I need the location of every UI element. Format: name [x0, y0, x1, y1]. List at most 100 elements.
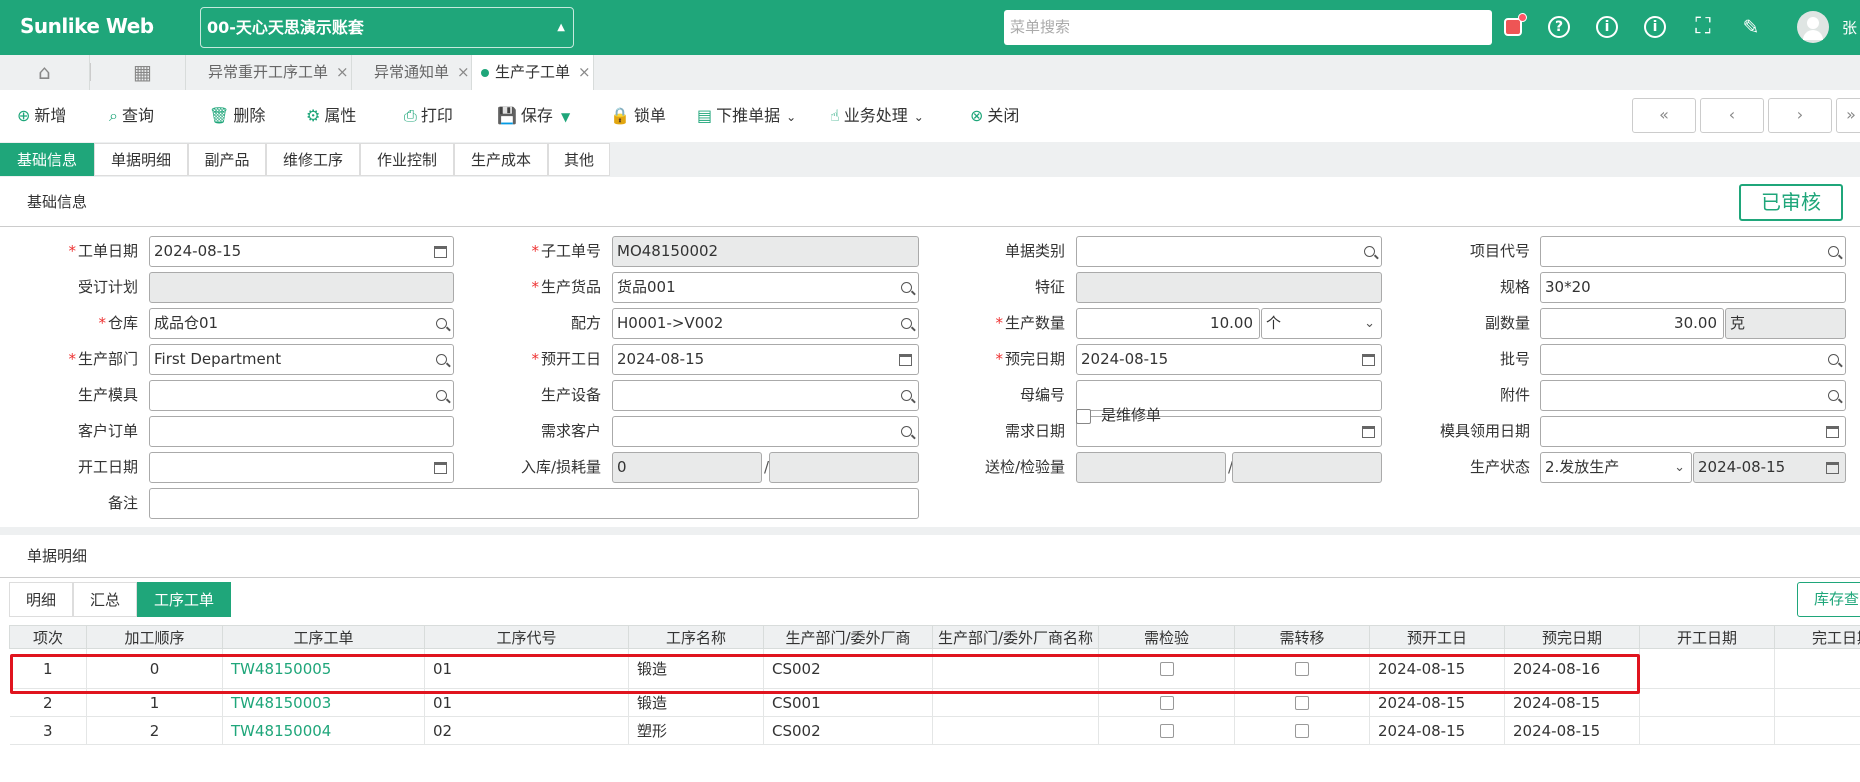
column-header[interactable]: 生产部门/委外厂商	[763, 625, 933, 649]
stock-query-button[interactable]: 库存查	[1797, 582, 1860, 617]
tab-basic-info[interactable]: 基础信息	[0, 143, 94, 176]
plan-start-field[interactable]: 2024-08-15	[612, 344, 919, 375]
column-header[interactable]: 开工日期	[1639, 625, 1775, 649]
last-record-button[interactable]: »	[1836, 98, 1860, 133]
prev-record-button[interactable]: ‹	[1700, 98, 1764, 133]
need-inspect-checkbox[interactable]	[1159, 724, 1174, 738]
help-icon[interactable]: ?	[1545, 13, 1573, 41]
calendar-icon[interactable]	[1362, 425, 1375, 438]
close-icon[interactable]: ×	[457, 63, 470, 81]
table-row[interactable]: 1 0 TW48150005 01 锻造 CS002 2024-08-15 20…	[9, 648, 1860, 689]
tab-byproduct[interactable]: 副产品	[188, 143, 266, 176]
customer-order-field[interactable]	[149, 416, 454, 447]
tab-repair-process[interactable]: 维修工序	[266, 143, 360, 176]
column-header[interactable]: 预开工日	[1369, 625, 1505, 649]
close-icon[interactable]: ×	[336, 63, 349, 81]
need-transfer-checkbox[interactable]	[1295, 724, 1309, 738]
delete-button[interactable]: 🗑 删除	[209, 90, 265, 142]
plan-end-field[interactable]: 2024-08-15	[1076, 344, 1382, 375]
column-header[interactable]: 需转移	[1234, 625, 1370, 649]
batch-field[interactable]	[1540, 344, 1846, 375]
device-field[interactable]	[612, 380, 919, 411]
start-date-field[interactable]	[149, 452, 454, 483]
business-button[interactable]: ☝ 业务处理 ⌄	[830, 90, 924, 142]
grid-menu-icon[interactable]: ▦	[100, 55, 186, 90]
search-icon[interactable]	[901, 426, 912, 437]
tab-work-control[interactable]: 作业控制	[360, 143, 454, 176]
product-field[interactable]: 货品001	[612, 272, 919, 303]
calendar-icon[interactable]	[434, 461, 447, 474]
search-icon[interactable]	[901, 282, 912, 293]
home-icon[interactable]: ⌂	[0, 55, 90, 90]
need-inspect-checkbox[interactable]	[1159, 696, 1174, 710]
process-order-link[interactable]: TW48150003	[222, 688, 425, 717]
department-field[interactable]: First Department	[149, 344, 454, 375]
mold-date-field[interactable]	[1540, 416, 1846, 447]
search-icon[interactable]	[436, 390, 447, 401]
search-icon[interactable]	[901, 318, 912, 329]
column-header[interactable]: 工序代号	[424, 625, 629, 649]
project-code-field[interactable]	[1540, 236, 1846, 267]
tab-abnormal-reopen[interactable]: 异常重开工序工单 ×	[186, 55, 352, 90]
need-inspect-checkbox[interactable]	[1159, 662, 1174, 676]
is-repair-checkbox[interactable]	[1076, 409, 1091, 424]
print-button[interactable]: ⎙ 打印	[404, 90, 453, 142]
calendar-icon[interactable]	[1362, 353, 1375, 366]
formula-field[interactable]: H0001->V002	[612, 308, 919, 339]
table-row[interactable]: 3 2 TW48150004 02 塑形 CS002 2024-08-15 20…	[9, 716, 1860, 745]
search-icon[interactable]	[436, 318, 447, 329]
tab-abnormal-notice[interactable]: 异常通知单 ×	[352, 55, 472, 90]
table-row[interactable]: 2 1 TW48150003 01 锻造 CS001 2024-08-15 20…	[9, 688, 1860, 717]
properties-button[interactable]: ⚙ 属性	[306, 90, 356, 142]
query-button[interactable]: ⌕ 查询	[109, 90, 154, 142]
tab-production-sub-order[interactable]: 生产子工单 ×	[472, 55, 594, 90]
search-icon[interactable]	[901, 390, 912, 401]
user-name[interactable]: 张	[1842, 17, 1857, 38]
attachment-field[interactable]	[1540, 380, 1846, 411]
column-header[interactable]: 需检验	[1098, 625, 1235, 649]
avatar[interactable]	[1797, 11, 1829, 43]
account-selector[interactable]: 00-天心天思演示账套 ▲	[200, 7, 574, 48]
need-transfer-checkbox[interactable]	[1295, 662, 1309, 676]
quantity-field[interactable]: 10.00	[1076, 308, 1260, 339]
calendar-icon[interactable]	[899, 353, 912, 366]
push-doc-button[interactable]: ▤ 下推单据 ⌄	[697, 90, 796, 142]
clean-icon[interactable]: ✎	[1737, 13, 1765, 41]
tab-doc-detail[interactable]: 单据明细	[94, 143, 188, 176]
search-icon[interactable]	[1828, 390, 1839, 401]
tab-detail[interactable]: 明细	[9, 582, 73, 617]
column-header[interactable]: 生产部门/委外厂商名称	[932, 625, 1099, 649]
first-record-button[interactable]: «	[1632, 98, 1696, 133]
column-header[interactable]: 项次	[9, 625, 87, 649]
column-header[interactable]: 工序工单	[222, 625, 425, 649]
search-icon[interactable]	[1828, 246, 1839, 257]
tab-production-cost[interactable]: 生产成本	[454, 143, 548, 176]
about-icon[interactable]: i	[1641, 13, 1669, 41]
next-record-button[interactable]: ›	[1768, 98, 1832, 133]
column-header[interactable]: 完工日期	[1774, 625, 1860, 649]
menu-search-input[interactable]: 菜单搜索	[1004, 10, 1492, 45]
doc-type-field[interactable]	[1076, 236, 1382, 267]
demand-customer-field[interactable]	[612, 416, 919, 447]
spec-field[interactable]: 30*20	[1540, 272, 1846, 303]
process-order-link[interactable]: TW48150005	[222, 648, 425, 689]
column-header[interactable]: 工序名称	[628, 625, 764, 649]
lock-button[interactable]: 🔒 锁单	[610, 90, 666, 142]
process-order-link[interactable]: TW48150004	[222, 716, 425, 745]
calendar-icon[interactable]	[434, 245, 447, 258]
production-status-select[interactable]: 2.发放生产 ⌄	[1540, 452, 1692, 483]
work-date-field[interactable]: 2024-08-15	[149, 236, 454, 267]
add-button[interactable]: ⊕ 新增	[17, 90, 66, 142]
tab-process-order[interactable]: 工序工单	[137, 582, 231, 617]
remark-field[interactable]	[149, 488, 919, 519]
fullscreen-icon[interactable]: ⛶	[1689, 13, 1717, 41]
unit-select[interactable]: 个 ⌄	[1261, 308, 1382, 339]
tab-other[interactable]: 其他	[548, 143, 610, 176]
close-icon[interactable]: ×	[578, 63, 591, 81]
column-header[interactable]: 预完日期	[1504, 625, 1640, 649]
notification-icon[interactable]	[1498, 13, 1527, 41]
sub-quantity-field[interactable]: 30.00	[1540, 308, 1724, 339]
close-button[interactable]: ⊗ 关闭	[970, 90, 1019, 142]
warehouse-field[interactable]: 成品仓01	[149, 308, 454, 339]
need-transfer-checkbox[interactable]	[1295, 696, 1309, 710]
